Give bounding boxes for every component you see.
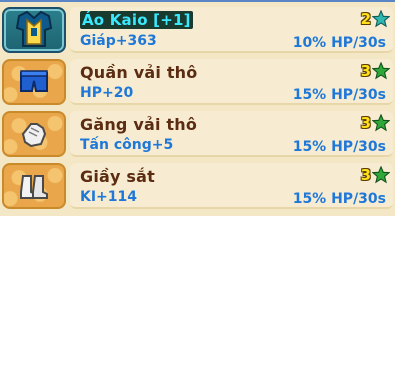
item-slot[interactable] bbox=[2, 163, 66, 209]
star-icon bbox=[372, 114, 390, 132]
star-icon bbox=[372, 62, 390, 80]
equipment-row-pants[interactable]: Quần vải thô HP+20 3 15% HP/30s bbox=[0, 56, 395, 106]
item-slot[interactable] bbox=[2, 111, 66, 157]
item-level: 3 bbox=[360, 62, 371, 80]
item-level: 2 bbox=[360, 10, 371, 28]
equipment-row-boots[interactable]: Giầy sắt KI+114 3 15% HP/30s bbox=[0, 160, 395, 210]
item-info: Quần vải thô HP+20 3 15% HP/30s bbox=[70, 59, 393, 105]
glove-icon bbox=[21, 123, 47, 148]
item-info: Áo Kaio [+1] Giáp+363 2 10% HP/30s bbox=[70, 7, 393, 53]
item-stat: HP+20 bbox=[80, 85, 134, 101]
item-regen: 15% HP/30s bbox=[292, 139, 386, 155]
item-stat: Tấn công+5 bbox=[80, 137, 174, 153]
item-slot-selected[interactable] bbox=[2, 7, 66, 53]
pants-icon bbox=[20, 70, 48, 92]
item-stat: KI+114 bbox=[80, 189, 138, 205]
equipment-row-gloves[interactable]: Găng vải thô Tấn công+5 3 15% HP/30s bbox=[0, 108, 395, 158]
equipment-row-armor[interactable]: Áo Kaio [+1] Giáp+363 2 10% HP/30s bbox=[0, 4, 395, 54]
star-icon bbox=[372, 166, 390, 184]
item-name: Giầy sắt bbox=[80, 167, 155, 186]
item-info: Găng vải thô Tấn công+5 3 15% HP/30s bbox=[70, 111, 393, 157]
item-regen: 15% HP/30s bbox=[292, 87, 386, 103]
item-regen: 15% HP/30s bbox=[292, 191, 386, 207]
item-slot[interactable] bbox=[2, 59, 66, 105]
boots-icon bbox=[20, 175, 48, 199]
armor-icon bbox=[15, 10, 53, 47]
item-name: Quần vải thô bbox=[80, 63, 198, 82]
item-stat: Giáp+363 bbox=[80, 33, 157, 49]
equipment-list: Áo Kaio [+1] Giáp+363 2 10% HP/30s Quần … bbox=[0, 0, 395, 216]
item-regen: 10% HP/30s bbox=[292, 35, 386, 51]
item-level: 3 bbox=[360, 114, 371, 132]
item-name: Áo Kaio [+1] bbox=[80, 11, 193, 29]
item-level: 3 bbox=[360, 166, 371, 184]
item-info: Giầy sắt KI+114 3 15% HP/30s bbox=[70, 163, 393, 209]
star-icon bbox=[372, 10, 390, 28]
item-name: Găng vải thô bbox=[80, 115, 198, 134]
